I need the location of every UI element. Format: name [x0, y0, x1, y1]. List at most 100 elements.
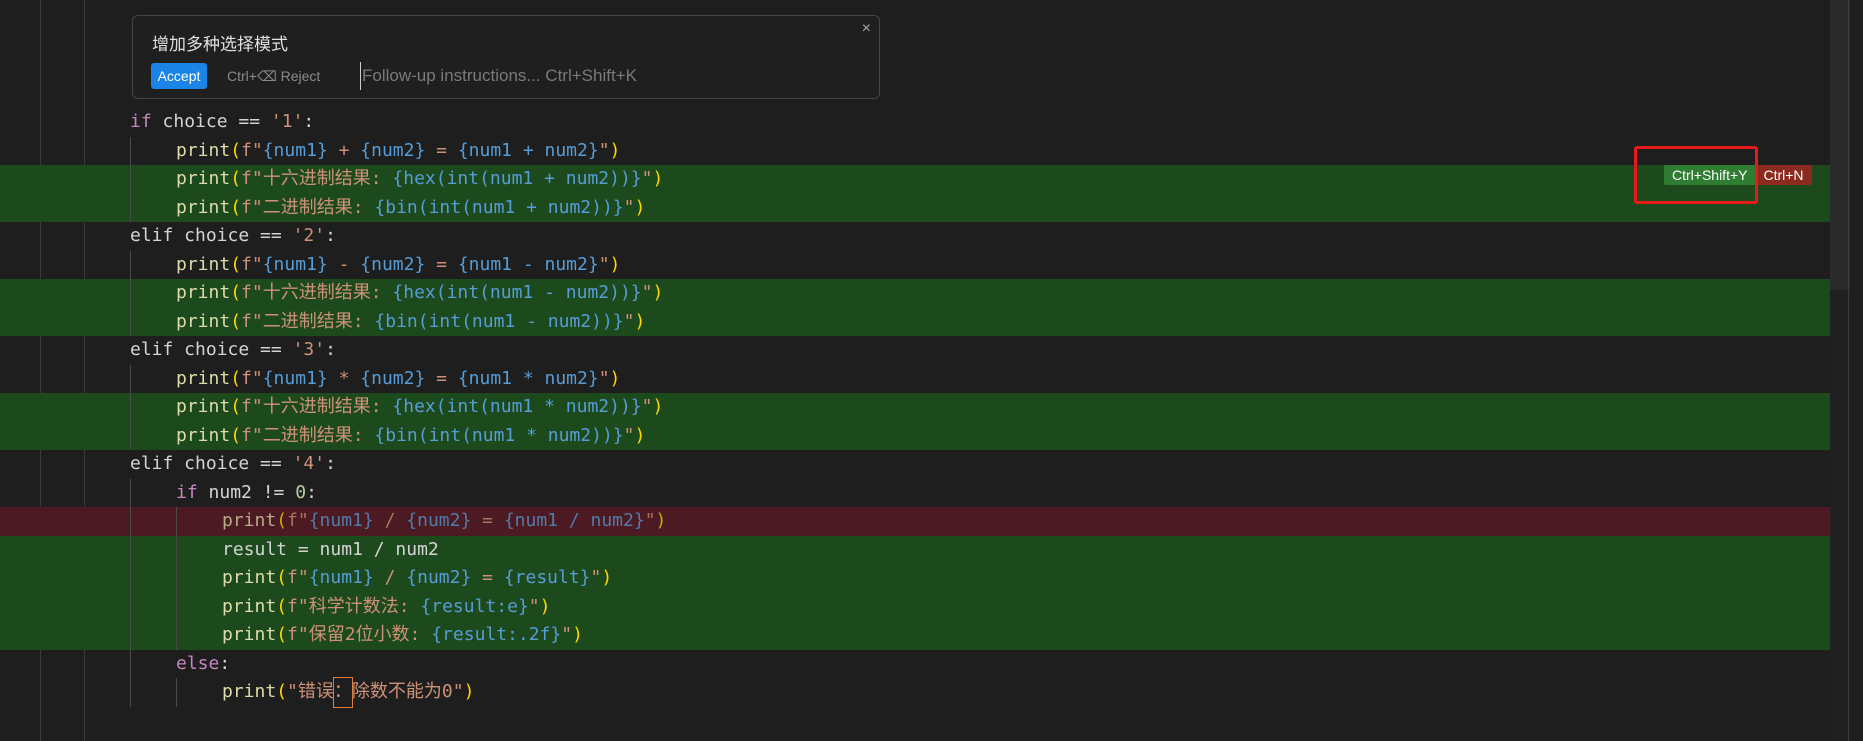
code-text: print(f"保留2位小数: {result:.2f}"): [222, 621, 583, 650]
indent-guide: [130, 193, 131, 222]
code-token: {hex(int(num1 + num2))}: [392, 168, 642, 189]
added-code-line[interactable]: print(f"保留2位小数: {result:.2f}"): [0, 621, 1848, 650]
code-token: {bin(int(num1 - num2))}: [374, 310, 624, 332]
code-token: (: [276, 595, 288, 617]
added-code-line[interactable]: print(f"十六进制结果: {hex(int(num1 + num2))}"…: [0, 165, 1848, 194]
code-token: print: [176, 367, 231, 389]
code-token: :: [325, 339, 336, 360]
code-line[interactable]: if choice == '1':: [0, 108, 1848, 137]
annotation-highlight-box: [1634, 146, 1758, 204]
code-text: print(f"{num1} / {num2} = {result}"): [222, 564, 612, 593]
indent-guide: [130, 507, 131, 536]
code-token: elif choice ==: [130, 339, 293, 360]
code-line[interactable]: elif choice == '2':: [0, 222, 1848, 251]
code-token: ): [572, 624, 583, 645]
indent-guide: [130, 165, 131, 194]
code-line[interactable]: elif choice == '3':: [0, 336, 1848, 365]
code-token: (: [230, 196, 242, 218]
code-token: num2 !=: [197, 481, 296, 503]
code-token: print: [176, 396, 231, 417]
code-token: {result:.2f}: [431, 624, 562, 645]
indent-guide: [176, 535, 177, 564]
code-token: print: [176, 139, 231, 161]
code-line[interactable]: else:: [0, 649, 1848, 679]
code-token: f"十六进制结果:: [241, 168, 393, 189]
code-line[interactable]: print(f"{num1} + {num2} = {num1 + num2}"…: [0, 136, 1848, 165]
code-token: ": [528, 595, 540, 617]
code-token: print: [222, 681, 277, 702]
code-token: '1': [270, 111, 304, 132]
code-token: ": [623, 424, 635, 446]
accept-button[interactable]: Accept: [151, 63, 207, 89]
added-code-line[interactable]: print(f"二进制结果: {bin(int(num1 * num2))}"): [0, 421, 1848, 450]
reject-button[interactable]: Ctrl+⌫ Reject: [227, 68, 320, 85]
code-line[interactable]: print(f"{num1} - {num2} = {num1 - num2}"…: [0, 250, 1848, 279]
code-token: {num2}: [360, 139, 426, 161]
added-code-line[interactable]: print(f"十六进制结果: {hex(int(num1 * num2))}"…: [0, 393, 1848, 422]
code-text: else:: [176, 650, 230, 679]
code-editor[interactable]: if choice == '1': print(f"{num1} + {num2}…: [0, 108, 1848, 708]
code-token: {hex(int(num1 - num2))}: [392, 282, 642, 303]
code-token: =: [425, 253, 458, 275]
code-token: (: [230, 253, 242, 275]
code-token: {num2}: [406, 510, 472, 531]
code-token: ": [641, 282, 653, 303]
code-token: =: [425, 367, 458, 389]
code-line[interactable]: print(f"{num1} * {num2} = {num1 * num2}"…: [0, 364, 1848, 394]
code-token: choice ==: [151, 111, 271, 132]
indent-guide: [176, 564, 177, 593]
indent-guide: [130, 279, 131, 308]
indent-guide: [130, 364, 131, 393]
code-token: *: [327, 367, 361, 389]
close-icon[interactable]: ×: [862, 20, 871, 38]
code-token: (: [276, 624, 288, 645]
code-token: ): [652, 168, 664, 189]
code-token: f"科学计数法:: [287, 595, 421, 617]
followup-instructions-input[interactable]: [360, 62, 842, 90]
code-token: ): [463, 681, 475, 702]
indent-guide: [130, 307, 131, 336]
code-token: 除数不能为0": [351, 681, 464, 702]
code-token: print: [222, 624, 277, 645]
code-text: result = num1 / num2: [222, 536, 439, 565]
code-token: ": [561, 624, 573, 645]
code-token: print: [176, 282, 231, 303]
added-code-line[interactable]: print(f"科学计数法: {result:e}"): [0, 592, 1848, 622]
indent-guide: [176, 678, 177, 707]
code-token: f"十六进制结果:: [241, 396, 393, 417]
added-code-line[interactable]: print(f"十六进制结果: {hex(int(num1 - num2))}"…: [0, 279, 1848, 308]
code-token: ": [623, 310, 635, 332]
code-token: {num1 / num2}: [503, 510, 645, 531]
added-code-line[interactable]: print(f"二进制结果: {bin(int(num1 - num2))}"): [0, 307, 1848, 336]
code-token: f": [241, 367, 263, 389]
added-code-line[interactable]: print(f"{num1} / {num2} = {result}"): [0, 564, 1848, 593]
added-code-line[interactable]: result = num1 / num2: [0, 535, 1848, 565]
code-token: elif choice ==: [130, 225, 293, 246]
code-token: if: [130, 111, 152, 132]
code-token: (: [230, 310, 242, 332]
code-token: ): [539, 595, 551, 617]
code-token: print: [176, 424, 231, 446]
code-token: ): [634, 424, 646, 446]
code-token: ": [598, 367, 610, 389]
code-text: print(f"科学计数法: {result:e}"): [222, 593, 550, 622]
code-token: :: [306, 481, 317, 503]
code-token: /: [373, 510, 407, 531]
code-token: (: [276, 510, 288, 531]
code-token: +: [327, 139, 361, 161]
code-token: ): [634, 196, 646, 218]
code-text: print(f"{num1} * {num2} = {num1 * num2}"…: [176, 365, 620, 394]
code-line[interactable]: elif choice == '4':: [0, 450, 1848, 479]
added-code-line[interactable]: print(f"二进制结果: {bin(int(num1 + num2))}"): [0, 193, 1848, 222]
code-token: f"二进制结果:: [241, 196, 375, 218]
reject-hunk-button[interactable]: Ctrl+N: [1755, 165, 1812, 185]
code-token: ): [634, 310, 646, 332]
code-line[interactable]: print("错误：除数不能为0"): [0, 677, 1848, 708]
editor-ruler: [1848, 0, 1849, 741]
removed-code-line[interactable]: print(f"{num1} / {num2} = {num1 / num2}"…: [0, 507, 1848, 536]
scrollbar-thumb[interactable]: [1830, 0, 1850, 290]
code-token: '2': [292, 225, 326, 246]
code-token: :: [303, 111, 315, 132]
code-text: if num2 != 0:: [176, 479, 317, 508]
code-line[interactable]: if num2 != 0:: [0, 478, 1848, 508]
